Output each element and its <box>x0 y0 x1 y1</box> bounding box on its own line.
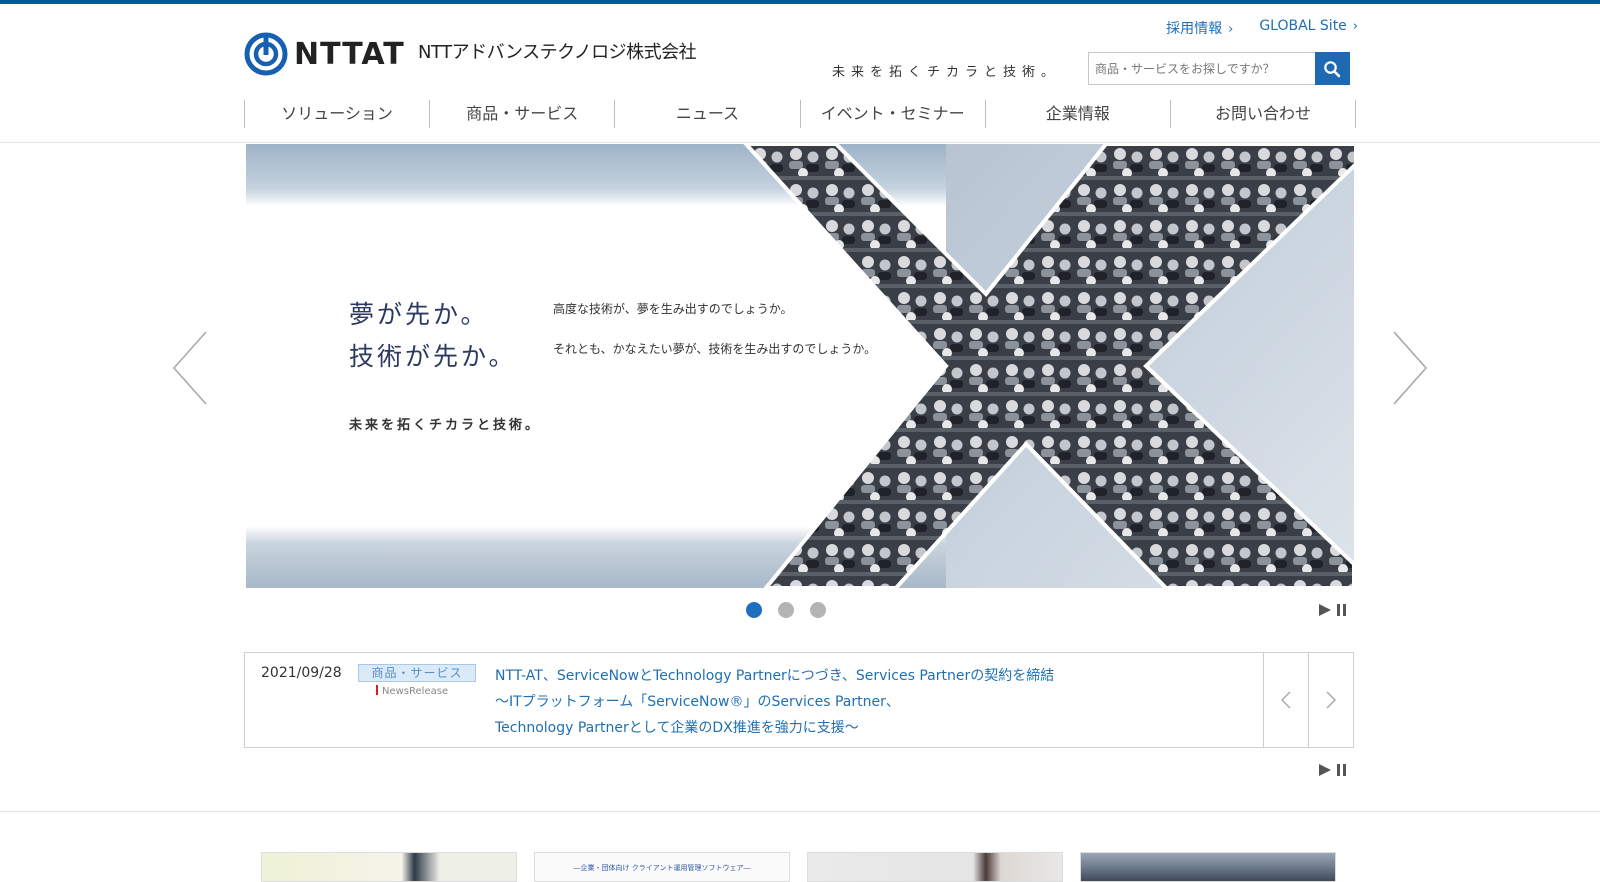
banner-2-caption: ―企業・団体向け クライアント運用管理ソフトウェア― <box>573 864 751 872</box>
slider-next-button[interactable] <box>1390 330 1430 406</box>
utility-links: 採用情報 › GLOBAL Site › <box>1166 18 1358 38</box>
header-divider <box>0 142 1600 143</box>
search-icon <box>1324 60 1341 77</box>
nav-contact[interactable]: お問い合わせ <box>1169 100 1357 128</box>
hero-subtext-2: それとも、かなえたい夢が、技術を生み出すのでしょうか。 <box>553 342 877 356</box>
nav-events[interactable]: イベント・セミナー <box>799 100 985 128</box>
banner-4[interactable] <box>1080 852 1336 882</box>
slider-play-pause-button[interactable] <box>1318 603 1348 617</box>
news-play-pause-button[interactable] <box>1318 763 1348 777</box>
recruit-link[interactable]: 採用情報 › <box>1166 18 1233 38</box>
news-nav <box>1263 653 1353 747</box>
global-site-link-label: GLOBAL Site <box>1259 18 1347 34</box>
play-icon <box>1319 604 1331 616</box>
chevron-right-icon: › <box>1228 22 1234 37</box>
hero-headline-line-2: 技術が先か。 <box>349 342 517 371</box>
nav-solutions[interactable]: ソリューション <box>244 100 429 128</box>
news-date: 2021/09/28 <box>261 665 342 681</box>
chevron-left-icon <box>172 331 207 405</box>
search-input[interactable] <box>1088 52 1315 85</box>
nav-news[interactable]: ニュース <box>614 100 799 128</box>
company-name[interactable]: NTTアドバンステクノロジ株式会社 <box>418 38 697 64</box>
pause-icon <box>1337 604 1346 616</box>
section-divider <box>0 811 1600 812</box>
news-category-badge: 商品・サービス <box>358 664 476 682</box>
header-tagline: 未来を拓くチカラと技術。 <box>832 65 1061 80</box>
news-subtitle-line-1[interactable]: ～ITプラットフォーム「ServiceNow®」のServices Partne… <box>495 689 1215 715</box>
search-button[interactable] <box>1314 52 1350 85</box>
global-site-link[interactable]: GLOBAL Site › <box>1259 18 1358 38</box>
chevron-right-icon <box>1393 331 1428 405</box>
search-box <box>1088 52 1350 85</box>
nav-products[interactable]: 商品・サービス <box>429 100 614 128</box>
slider-dot-3[interactable] <box>810 602 826 618</box>
slider-dot-1[interactable] <box>746 602 762 618</box>
hero-headline-line-1: 夢が先か。 <box>349 300 489 329</box>
site-logo[interactable]: NTTAT <box>244 32 405 76</box>
nav-company[interactable]: 企業情報 <box>984 100 1170 128</box>
news-item-link[interactable]: NTT-AT、ServiceNowとTechnology Partnerにつづき… <box>495 663 1215 741</box>
news-prev-button[interactable] <box>1263 653 1308 747</box>
chevron-left-icon <box>1280 691 1291 709</box>
ntt-logo-icon <box>244 32 288 76</box>
top-accent-bar <box>0 0 1600 4</box>
recruit-link-label: 採用情報 <box>1166 21 1223 37</box>
slider-prev-button[interactable] <box>170 330 210 406</box>
chevron-right-icon <box>1326 691 1337 709</box>
logo-wordmark: NTTAT <box>294 36 405 72</box>
play-icon <box>1319 764 1331 776</box>
hero-slide[interactable]: 夢が先か。 技術が先か。 高度な技術が、夢を生み出すのでしょうか。 それとも、か… <box>246 144 1354 588</box>
banner-1[interactable] <box>261 852 517 882</box>
hero-subtext-1: 高度な技術が、夢を生み出すのでしょうか。 <box>553 302 793 316</box>
slider-dot-2[interactable] <box>778 602 794 618</box>
pause-icon <box>1337 764 1346 776</box>
banner-2[interactable]: ―企業・団体向け クライアント運用管理ソフトウェア― <box>534 852 790 882</box>
global-nav: ソリューション 商品・サービス ニュース イベント・セミナー 企業情報 お問い合… <box>244 100 1357 128</box>
news-subtitle-line-2[interactable]: Technology Partnerとして企業のDX推進を強力に支援～ <box>495 715 1215 741</box>
slider-pagination <box>746 602 826 618</box>
hero-tagline: 未来を拓くチカラと技術。 <box>349 418 542 433</box>
news-release-label: NewsRelease <box>376 685 448 697</box>
news-next-button[interactable] <box>1308 653 1353 747</box>
news-ticker: 2021/09/28 商品・サービス NewsRelease NTT-AT、Se… <box>244 652 1354 748</box>
news-title[interactable]: NTT-AT、ServiceNowとTechnology Partnerにつづき… <box>495 663 1215 689</box>
banner-row: ―企業・団体向け クライアント運用管理ソフトウェア― <box>261 852 1336 882</box>
chevron-right-icon: › <box>1352 19 1358 34</box>
banner-3[interactable] <box>807 852 1063 882</box>
hero-headline: 夢が先か。 技術が先か。 <box>349 294 517 378</box>
